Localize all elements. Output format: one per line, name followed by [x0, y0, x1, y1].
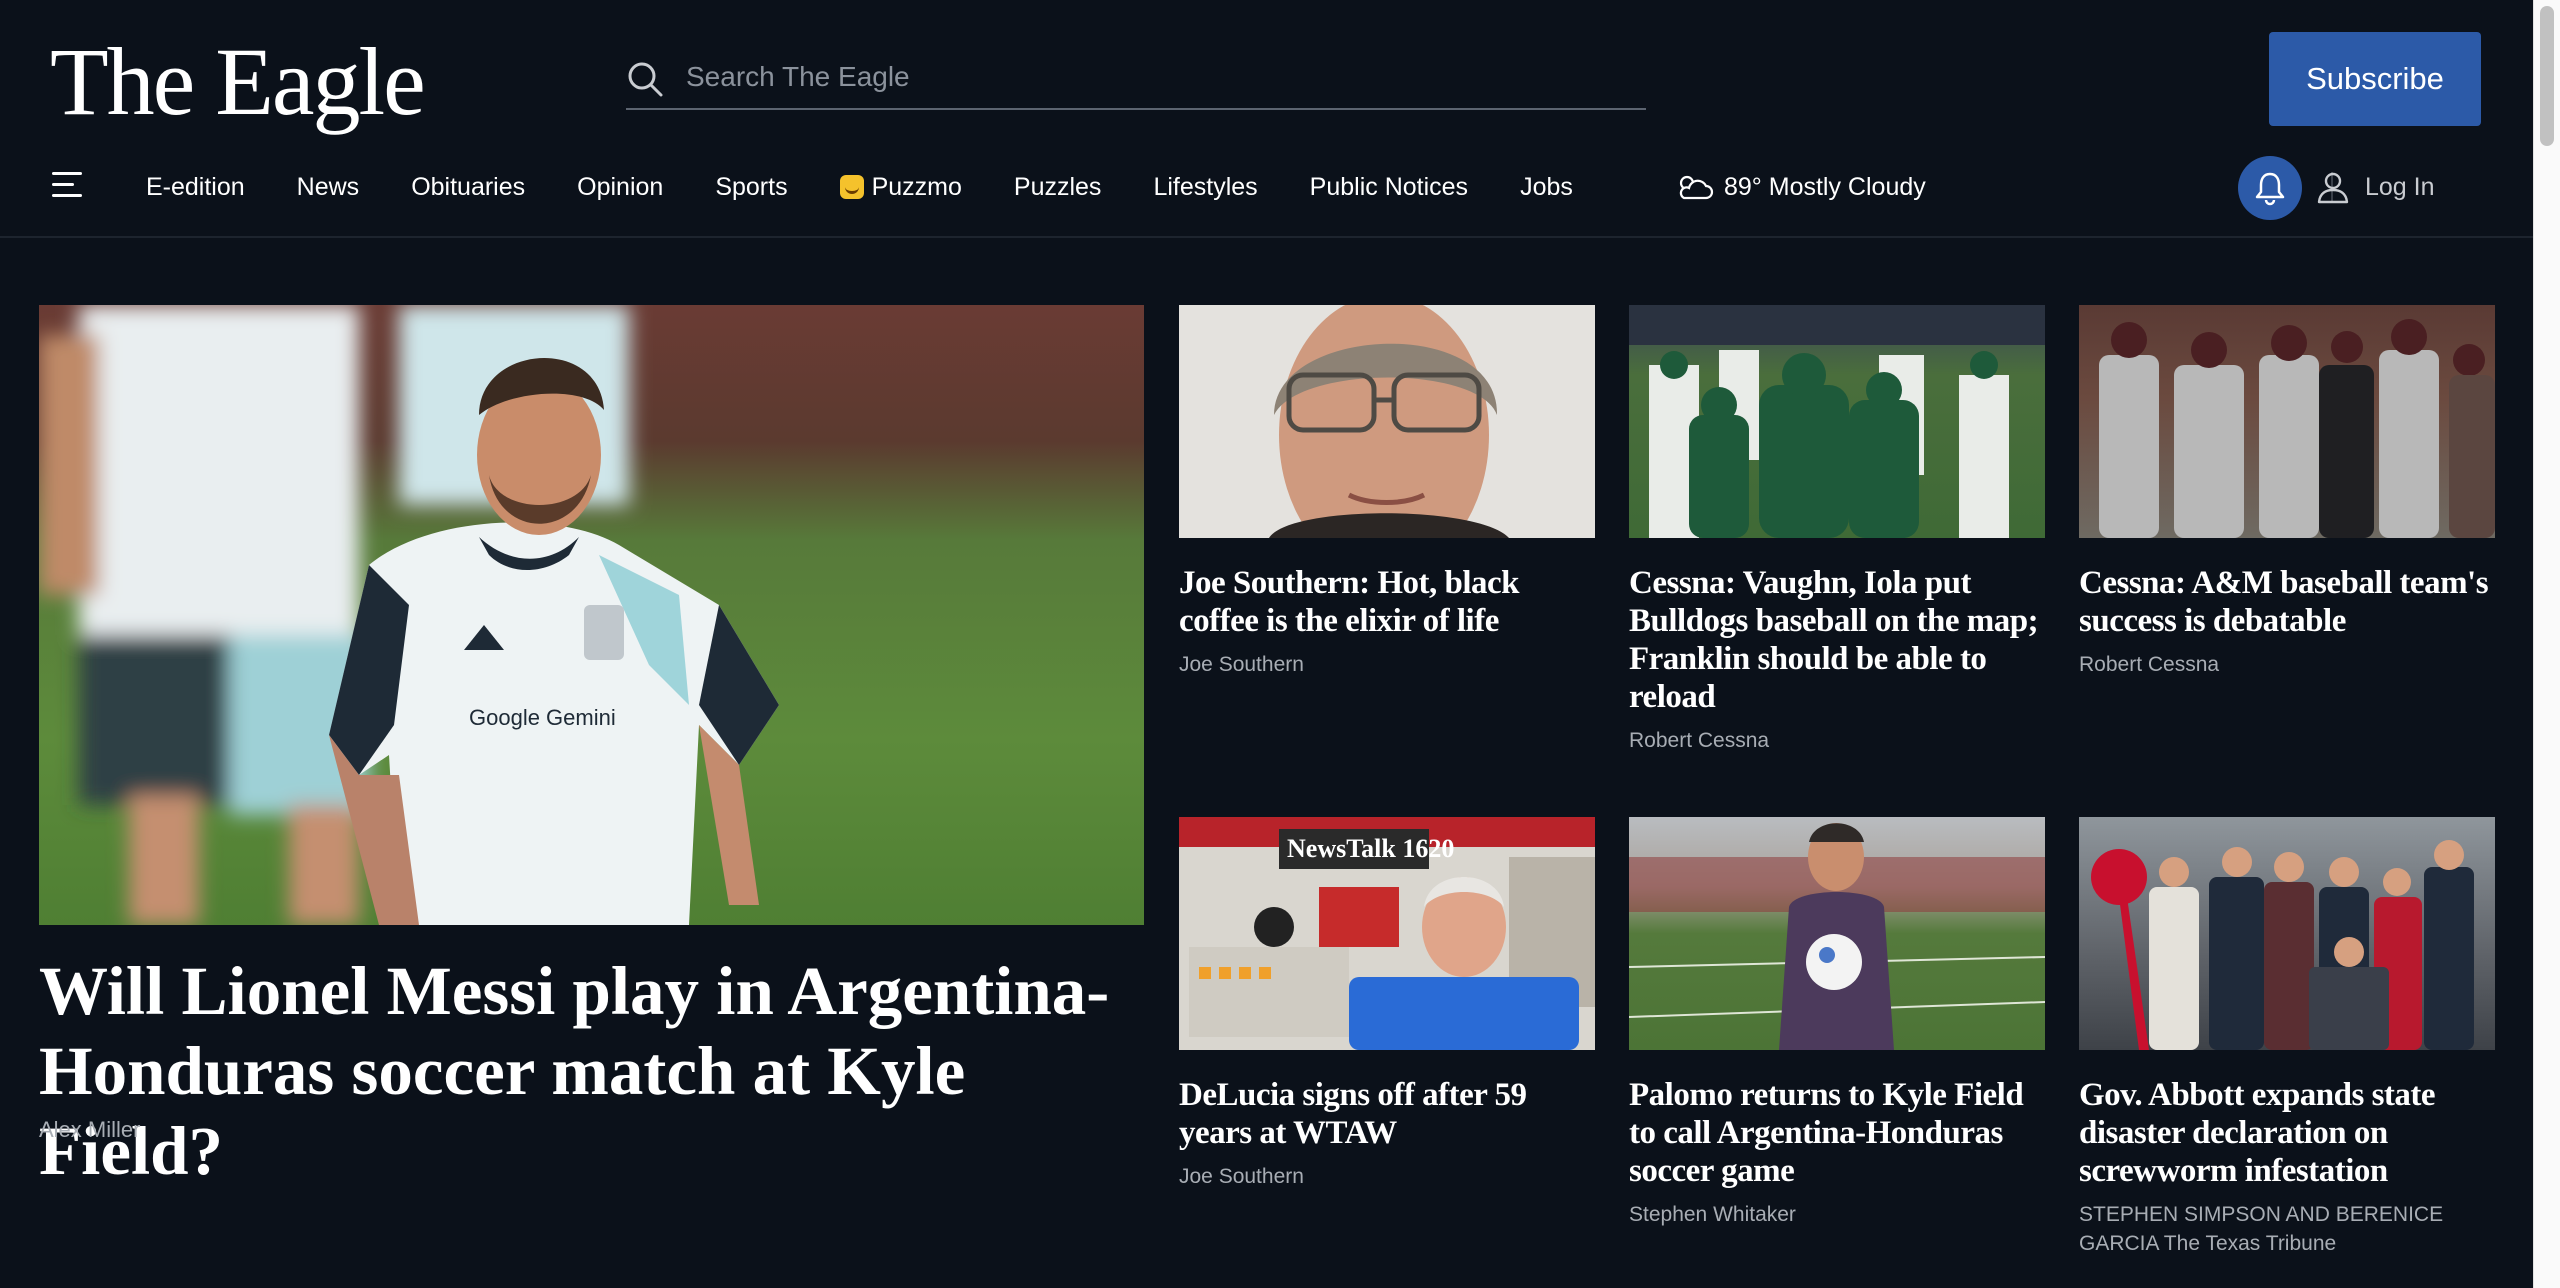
- site-logo[interactable]: The Eagle: [50, 22, 426, 142]
- story-byline[interactable]: Joe Southern: [1179, 1162, 1595, 1191]
- story-byline[interactable]: Robert Cessna: [1629, 726, 2045, 755]
- story-thumbnail[interactable]: NewsTalk 1620: [1179, 817, 1595, 1050]
- menu-icon[interactable]: [52, 172, 84, 198]
- puzzmo-icon: [839, 175, 864, 199]
- subscribe-button[interactable]: Subscribe: [2269, 32, 2481, 126]
- bell-icon: [2255, 172, 2285, 206]
- story-headline[interactable]: Palomo returns to Kyle Field to call Arg…: [1629, 1076, 2045, 1190]
- story-headline[interactable]: Joe Southern: Hot, black coffee is the e…: [1179, 564, 1595, 640]
- nav-item-e-edition[interactable]: E-edition: [146, 173, 245, 202]
- login-link[interactable]: Log In: [2315, 150, 2435, 224]
- weather-widget[interactable]: 89° Mostly Cloudy: [1674, 150, 1926, 224]
- story-byline[interactable]: Joe Southern: [1179, 650, 1595, 679]
- notification-button[interactable]: [2238, 156, 2302, 220]
- story-headline[interactable]: Gov. Abbott expands state disaster decla…: [2079, 1076, 2495, 1190]
- story-thumbnail[interactable]: [1629, 817, 2045, 1050]
- story-byline[interactable]: STEPHEN SIMPSON AND BERENICE GARCIA The …: [2079, 1200, 2495, 1258]
- user-icon: [2317, 172, 2349, 204]
- story-card[interactable]: Gov. Abbott expands state disaster decla…: [2079, 817, 2495, 1258]
- feature-image[interactable]: Google Gemini: [39, 305, 1144, 925]
- nav-item-opinion[interactable]: Opinion: [577, 173, 663, 202]
- site-header: The Eagle Subscribe E-edition News Obitu…: [0, 0, 2533, 236]
- nav-items: E-edition News Obituaries Opinion Sports…: [146, 150, 1625, 224]
- story-thumbnail[interactable]: [1629, 305, 2045, 538]
- scrollbar-thumb[interactable]: [2540, 6, 2554, 146]
- nav-item-public-notices[interactable]: Public Notices: [1310, 173, 1468, 202]
- feature-byline[interactable]: Alex Miller: [39, 1117, 140, 1143]
- nav-item-puzzles[interactable]: Puzzles: [1014, 173, 1102, 202]
- search-bar[interactable]: [626, 50, 1646, 110]
- story-card[interactable]: Palomo returns to Kyle Field to call Arg…: [1629, 817, 2045, 1229]
- feature-photo: Google Gemini: [39, 305, 779, 925]
- cloud-sun-icon: [1679, 175, 1714, 200]
- nav-item-sports[interactable]: Sports: [715, 173, 787, 202]
- story-headline[interactable]: Cessna: Vaughn, Iola put Bulldogs baseba…: [1629, 564, 2045, 716]
- main-content: Google Gemini Will Lionel Messi play in …: [0, 238, 2533, 1288]
- story-headline[interactable]: Cessna: A&M baseball team's success is d…: [2079, 564, 2495, 640]
- story-card[interactable]: Joe Southern: Hot, black coffee is the e…: [1179, 305, 1595, 679]
- svg-text:Google Gemini: Google Gemini: [469, 705, 616, 730]
- story-thumbnail[interactable]: [2079, 305, 2495, 538]
- nav-item-puzzmo[interactable]: Puzzmo: [839, 172, 962, 202]
- radio-sign: NewsTalk 1620: [1287, 834, 1454, 863]
- scrollbar-track[interactable]: [2533, 0, 2560, 1288]
- story-card[interactable]: Cessna: Vaughn, Iola put Bulldogs baseba…: [1629, 305, 2045, 755]
- nav-item-news[interactable]: News: [297, 173, 360, 202]
- story-card[interactable]: NewsTalk 1620 DeLucia signs off after 59…: [1179, 817, 1595, 1191]
- story-card[interactable]: Cessna: A&M baseball team's success is d…: [2079, 305, 2495, 679]
- nav-item-obituaries[interactable]: Obituaries: [411, 173, 525, 202]
- login-label: Log In: [2365, 172, 2435, 201]
- nav-item-lifestyles[interactable]: Lifestyles: [1153, 173, 1257, 202]
- nav-item-jobs[interactable]: Jobs: [1520, 173, 1573, 202]
- nav-item-puzzmo-label: Puzzmo: [871, 172, 962, 201]
- story-byline[interactable]: Stephen Whitaker: [1629, 1200, 2045, 1229]
- story-byline[interactable]: Robert Cessna: [2079, 650, 2495, 679]
- story-thumbnail[interactable]: [1179, 305, 1595, 538]
- weather-text: 89° Mostly Cloudy: [1724, 172, 1926, 201]
- feature-headline[interactable]: Will Lionel Messi play in Argentina-Hond…: [39, 951, 1149, 1191]
- search-icon[interactable]: [626, 60, 664, 98]
- story-headline[interactable]: DeLucia signs off after 59 years at WTAW: [1179, 1076, 1595, 1152]
- main-nav: E-edition News Obituaries Opinion Sports…: [0, 150, 2533, 224]
- search-input[interactable]: [684, 56, 1588, 98]
- story-thumbnail[interactable]: [2079, 817, 2495, 1050]
